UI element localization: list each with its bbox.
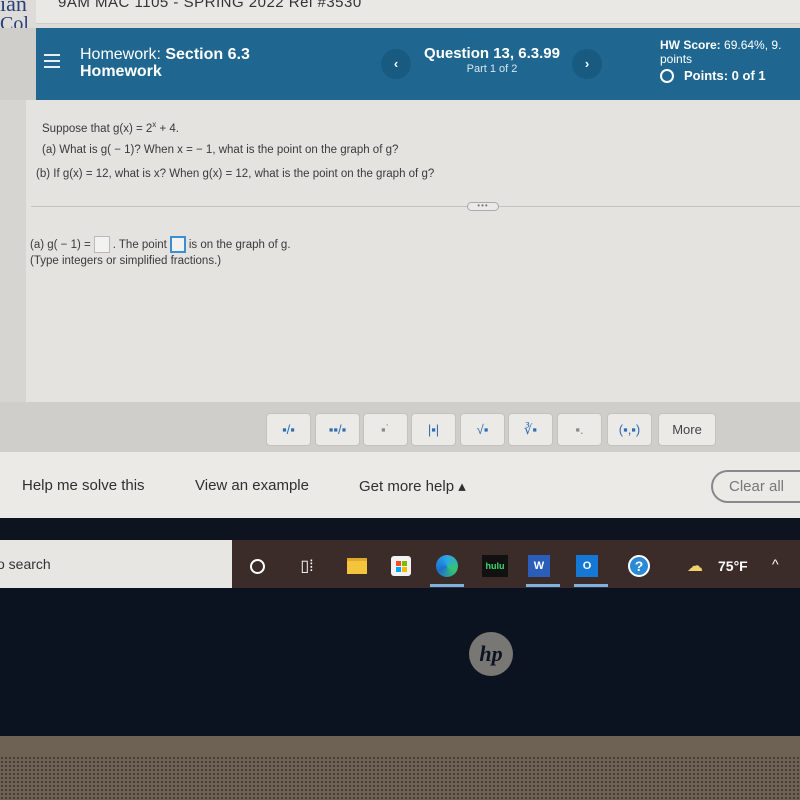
cortana-icon[interactable] <box>246 555 268 577</box>
fraction-icon: ▪/▪ <box>282 422 295 437</box>
question-title: Question 13, 6.3.99 <box>424 45 560 62</box>
window-title: 9AM MAC 1105 - SPRING 2022 Rel #3530 <box>58 0 362 11</box>
clear-all-button[interactable]: Clear all <box>711 470 800 503</box>
microsoft-store-icon[interactable] <box>390 555 412 577</box>
hw-score: HW Score: 69.64%, 9. points Points: 0 of… <box>660 38 781 83</box>
assignment-header: Homework: Section 6.3 Homework ‹ Questio… <box>36 28 800 100</box>
divider <box>31 206 800 207</box>
taskbar-search[interactable]: o search <box>0 540 232 588</box>
chevron-left-icon: ‹ <box>393 56 399 71</box>
fraction-button[interactable]: ▪/▪ <box>266 413 311 446</box>
answer-middle: . The point <box>112 238 167 251</box>
previous-question-button[interactable]: ‹ <box>381 49 411 79</box>
hp-logo: hp <box>469 632 513 676</box>
outlook-icon[interactable]: O <box>576 555 598 577</box>
more-tools-button[interactable]: More <box>658 413 716 446</box>
next-question-button[interactable]: › <box>572 49 602 79</box>
mixed-number-icon: ▪▪/▪ <box>328 422 347 437</box>
help-me-solve-link[interactable]: Help me solve this <box>22 477 145 494</box>
ordered-pair-icon: (▪,▪) <box>618 422 641 437</box>
g-value-input[interactable] <box>93 236 110 253</box>
point-input[interactable] <box>169 236 186 253</box>
answer-suffix: is on the graph of g. <box>188 238 291 251</box>
hw-score-label: HW Score: <box>660 38 721 52</box>
math-toolbar: ▪/▪ ▪▪/▪ ▪˙ |▪| √▪ ∛▪ ▪. (▪,▪) More <box>0 402 800 452</box>
question-part-a: (a) What is g( − 1)? When x = − 1, what … <box>42 144 399 156</box>
edge-browser-icon[interactable] <box>436 555 458 577</box>
hulu-icon[interactable]: hulu <box>482 555 508 577</box>
outlook-open-indicator <box>574 584 608 587</box>
browser-top-strip: ian Col 9AM MAC 1105 - SPRING 2022 Rel #… <box>0 0 800 34</box>
subscript-button[interactable]: ▪. <box>557 413 602 446</box>
word-open-indicator <box>526 584 560 587</box>
hw-score-unit: points <box>660 52 693 66</box>
points-text: Points: 0 of 1 <box>684 68 766 83</box>
file-explorer-icon[interactable] <box>346 555 368 577</box>
absolute-value-icon: |▪| <box>427 422 440 437</box>
square-root-icon: √▪ <box>476 422 489 437</box>
intro-suffix: + 4. <box>156 122 179 135</box>
exponent-button[interactable]: ▪˙ <box>363 413 408 446</box>
windows-taskbar: ▯⁞ hulu W O ? ☁ 75°F ^ <box>232 540 800 588</box>
mixed-number-button[interactable]: ▪▪/▪ <box>315 413 360 446</box>
weather-icon[interactable]: ☁ <box>684 555 706 577</box>
exponent-icon: ▪˙ <box>381 422 390 437</box>
intro-text: Suppose that g(x) = 2 <box>42 122 153 135</box>
window-title-bar: 9AM MAC 1105 - SPRING 2022 Rel #3530 <box>36 0 800 24</box>
speaker-grille <box>0 756 800 800</box>
homework-label-line2: Homework <box>80 63 162 80</box>
laptop-bezel <box>0 588 800 738</box>
homework-label: Homework: <box>80 46 161 63</box>
edge-active-indicator <box>430 584 464 587</box>
help-icon[interactable]: ? <box>628 555 650 577</box>
circle-icon <box>660 69 674 83</box>
nth-root-icon: ∛▪ <box>524 421 537 437</box>
chevron-right-icon: › <box>584 56 590 71</box>
square-root-button[interactable]: √▪ <box>460 413 505 446</box>
answer-prefix: (a) g( − 1) = <box>30 238 91 251</box>
question-part-b: (b) If g(x) = 12, what is x? When g(x) =… <box>36 168 435 180</box>
hw-score-value: 69.64%, 9. <box>724 38 782 52</box>
task-view-icon[interactable]: ▯⁞ <box>296 555 318 577</box>
subscript-icon: ▪. <box>575 422 584 437</box>
chevron-up-icon[interactable]: ^ <box>772 556 779 572</box>
view-example-link[interactable]: View an example <box>195 477 309 494</box>
photo-of-laptop-screen: ian Col 9AM MAC 1105 - SPRING 2022 Rel #… <box>0 0 800 800</box>
temperature[interactable]: 75°F <box>718 558 748 574</box>
question-intro: Suppose that g(x) = 2x + 4. <box>42 120 179 135</box>
get-more-help-link[interactable]: Get more help ▴ <box>359 477 466 495</box>
question-panel: Suppose that g(x) = 2x + 4. (a) What is … <box>26 100 800 402</box>
nth-root-button[interactable]: ∛▪ <box>508 413 553 446</box>
points-status: Points: 0 of 1 <box>660 69 781 83</box>
section-name: Section 6.3 <box>165 46 250 63</box>
expand-question-button[interactable]: ••• <box>467 202 499 211</box>
question-part: Part 1 of 2 <box>466 63 518 75</box>
word-icon[interactable]: W <box>528 555 550 577</box>
search-text: o search <box>0 556 51 572</box>
ordered-pair-button[interactable]: (▪,▪) <box>607 413 652 446</box>
homework-title: Homework: Section 6.3 Homework <box>80 46 250 80</box>
answer-hint: (Type integers or simplified fractions.) <box>30 255 222 267</box>
help-bar: Help me solve this View an example Get m… <box>0 452 800 518</box>
hamburger-icon[interactable] <box>44 54 60 68</box>
absolute-value-button[interactable]: |▪| <box>411 413 456 446</box>
answer-row: (a) g( − 1) = . The point is on the grap… <box>30 236 291 253</box>
